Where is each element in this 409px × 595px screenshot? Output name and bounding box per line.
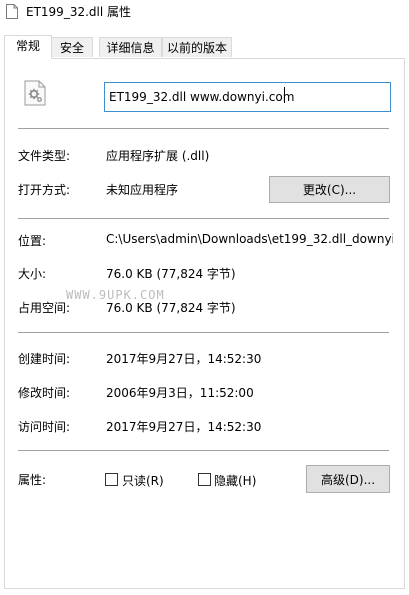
- file-type-label: 文件类型:: [18, 149, 71, 163]
- created-value: 2017年9月27日，14:52:30: [106, 352, 262, 366]
- file-icon: [6, 4, 18, 19]
- created-label: 创建时间:: [18, 352, 71, 366]
- hidden-label[interactable]: 隐藏(H): [214, 472, 256, 489]
- title-bar: ET199_32.dll 属性: [0, 0, 409, 24]
- size-on-disk-label: 占用空间:: [18, 301, 71, 315]
- location-label: 位置:: [18, 234, 47, 248]
- file-type-value: 应用程序扩展 (.dll): [106, 149, 210, 163]
- separator: [18, 218, 389, 219]
- accessed-value: 2017年9月27日，14:52:30: [106, 420, 262, 434]
- attributes-label: 属性:: [18, 473, 47, 487]
- separator: [18, 128, 389, 129]
- tab-security[interactable]: 安全: [51, 37, 93, 57]
- size-on-disk-value: 76.0 KB (77,824 字节): [106, 301, 236, 315]
- size-label: 大小:: [18, 267, 47, 281]
- tab-previous-versions[interactable]: 以前的版本: [162, 37, 232, 57]
- tab-general[interactable]: 常规: [4, 35, 52, 59]
- general-panel: [4, 58, 405, 589]
- accessed-label: 访问时间:: [18, 420, 71, 434]
- modified-value: 2006年9月3日，11:52:00: [106, 386, 254, 400]
- separator: [18, 332, 389, 333]
- change-button[interactable]: 更改(C)...: [269, 176, 390, 203]
- file-name-input[interactable]: [104, 82, 391, 112]
- readonly-label[interactable]: 只读(R): [122, 472, 164, 489]
- size-value: 76.0 KB (77,824 字节): [106, 267, 236, 281]
- dll-file-gear-icon: [24, 80, 46, 106]
- readonly-checkbox[interactable]: [105, 473, 118, 486]
- hidden-checkbox[interactable]: [198, 473, 211, 486]
- open-with-value: 未知应用程序: [106, 183, 179, 197]
- modified-label: 修改时间:: [18, 386, 71, 400]
- tab-details[interactable]: 详细信息: [99, 37, 162, 57]
- open-with-label: 打开方式:: [18, 183, 71, 197]
- separator: [18, 450, 389, 451]
- location-value: C:\Users\admin\Downloads\et199_32.dll_do…: [106, 232, 393, 246]
- advanced-button[interactable]: 高级(D)...: [306, 465, 390, 493]
- window-title: ET199_32.dll 属性: [26, 5, 132, 19]
- text-caret: [284, 87, 285, 103]
